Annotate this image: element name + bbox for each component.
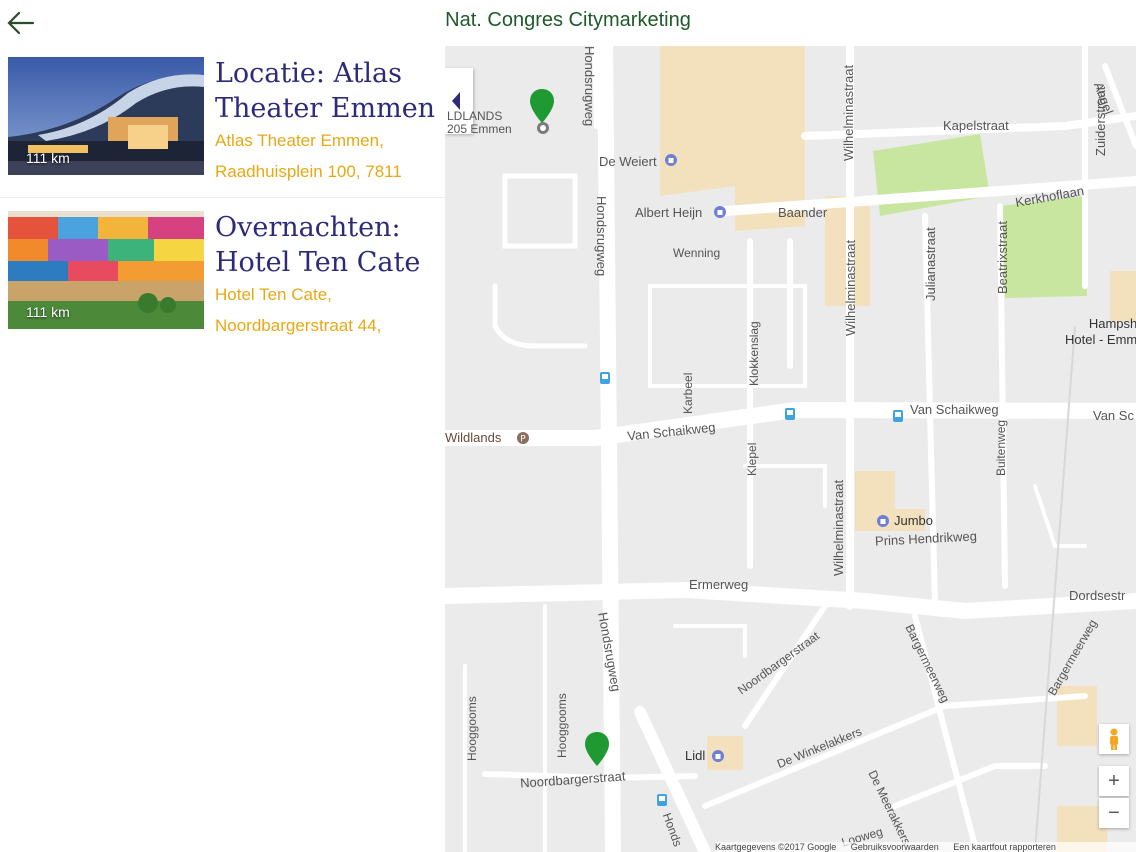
map-label-jumbo: Jumbo: [894, 513, 934, 528]
svg-text:P: P: [520, 435, 526, 445]
map-label-beatrixstraat: Beatrixstraat: [995, 221, 1010, 294]
atlas-theater-image: 111 km: [8, 57, 204, 175]
map-label-klepel: Klepel: [745, 442, 759, 476]
shopping-bag-icon: [665, 154, 677, 166]
map[interactable]: LDLANDS 205 Emmen De Weiert Albert Heijn …: [445, 46, 1136, 852]
hotel-ten-cate-image: 111 km: [8, 211, 204, 329]
report-map-error-link[interactable]: Een kaartfout rapporteren: [953, 842, 1056, 852]
street-view-button[interactable]: [1099, 724, 1129, 754]
map-label-ermerweg: Ermerweg: [689, 577, 749, 592]
bus-stop-icon: [785, 408, 795, 420]
map-attribution: Kaartgegevens ©2017 Google Gebruiksvoorw…: [715, 842, 1136, 852]
map-background: [445, 46, 1136, 852]
map-label-hondsrugweg-upper: Hondsrugweg: [582, 46, 597, 127]
map-label-baander: Baander: [778, 205, 828, 220]
map-label-buitenweg: Buitenweg: [994, 419, 1008, 476]
map-label-hooggooms: Hooggooms: [555, 693, 569, 758]
map-label-hooggooms-west: Hooggooms: [465, 696, 479, 761]
parking-icon: P: [517, 432, 529, 445]
map-label-wildlands-zoo: LDLANDS 205 Emmen: [447, 109, 512, 136]
shopping-cart-icon: [877, 515, 889, 527]
list-item-hotel-ten-cate[interactable]: 111 km Overnachten: Hotel Ten Cate Hotel…: [0, 200, 445, 352]
map-pin-atlas-theater[interactable]: [529, 88, 555, 124]
map-label-van-sc: Van Sc: [1093, 408, 1134, 423]
bus-stop-icon: [600, 372, 610, 384]
map-label-van-schaikweg-east: Van Schaikweg: [910, 402, 999, 417]
distance-label: 111 km: [26, 304, 70, 320]
item-title: Overnachten: Hotel Ten Cate: [215, 212, 421, 278]
page-title: Nat. Congres Citymarketing: [445, 9, 691, 31]
map-label-karbeel: Karbeel: [681, 372, 695, 414]
pegman-icon: [1110, 728, 1118, 750]
map-label-albert-heijn: Albert Heijn: [635, 205, 703, 220]
distance-label: 111 km: [26, 150, 70, 166]
zoom-out-button[interactable]: −: [1099, 798, 1129, 828]
map-label-hampshire-hotel: HampshireHotel - Emmen: [1065, 316, 1136, 347]
map-label-wilhelminastraat-bottom: Wilhelminastraat: [831, 479, 846, 576]
item-title: Locatie: Atlas Theater Emmen: [215, 58, 436, 124]
map-label-dordsestr: Dordsestr: [1069, 588, 1126, 603]
item-address: Hotel Ten Cate, Noordbargerstraat 44,: [215, 285, 382, 335]
map-label-lidl: Lidl: [685, 748, 706, 763]
map-label-de-weiert: De Weiert: [599, 154, 657, 169]
map-label-kapelstraat: Kapelstraat: [943, 118, 1009, 133]
map-label-julianastraat: Julianastraat: [923, 227, 938, 301]
zoom-in-button[interactable]: +: [1099, 766, 1129, 796]
list-item-atlas-theater[interactable]: 111 km Locatie: Atlas Theater Emmen Atla…: [0, 46, 445, 198]
bus-stop-icon: [657, 794, 667, 806]
header: Nat. Congres Citymarketing: [0, 0, 1136, 46]
map-label-wilhelminastraat-mid: Wilhelminastraat: [843, 239, 858, 336]
map-pin-hotel-ten-cate[interactable]: [584, 731, 610, 767]
map-label-hondsrugweg-top: Hondsrugweg: [594, 196, 609, 277]
shopping-cart-icon: [712, 750, 724, 762]
map-data-credit: Kaartgegevens ©2017 Google: [715, 842, 837, 852]
shopping-cart-icon: [714, 206, 726, 218]
terms-link[interactable]: Gebruiksvoorwaarden: [851, 842, 939, 852]
map-label-wilhelminastraat-top: Wilhelminastraat: [841, 64, 856, 161]
map-label-wildlands-parking: Wildlands: [445, 430, 502, 445]
map-label-klokkenslag: Klokkenslag: [747, 321, 761, 386]
item-address: Atlas Theater Emmen, Raadhuisplein 100, …: [215, 131, 402, 181]
app: Nat. Congres Citymarketing 111 km Locati…: [0, 0, 1136, 852]
bus-stop-icon: [893, 410, 903, 422]
location-list: 111 km Locatie: Atlas Theater Emmen Atla…: [0, 46, 445, 852]
map-label-wenning: Wenning: [673, 246, 721, 260]
